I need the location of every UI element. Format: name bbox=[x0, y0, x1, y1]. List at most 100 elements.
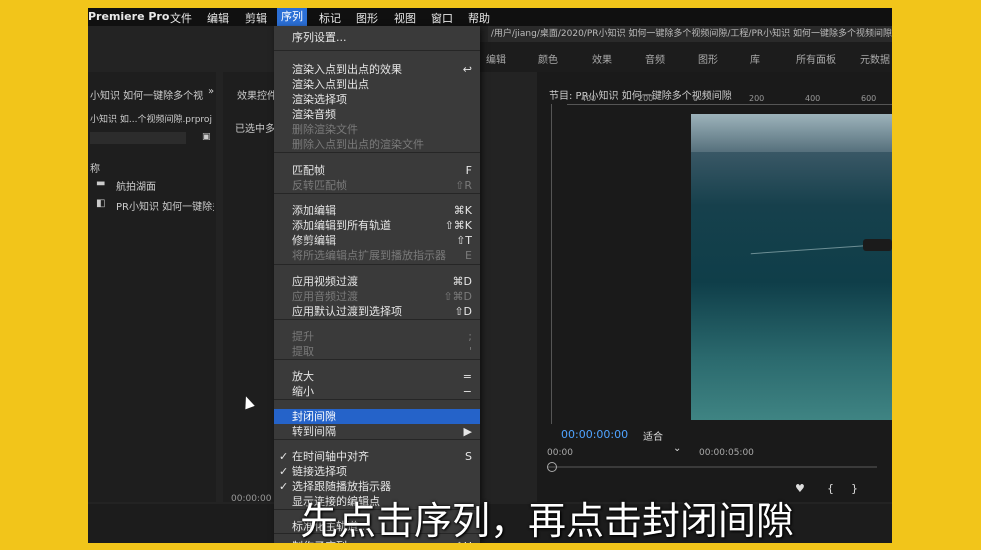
project-panel: 小知识 如何一键除多个视 » 小知识 如...个视频间隙.prproj ▣ 称 … bbox=[88, 72, 216, 502]
menu-item: 提升; bbox=[274, 329, 480, 344]
effects-title[interactable]: 效果控件 bbox=[237, 87, 277, 102]
menu-item[interactable]: 应用默认过渡到选择项 ⇧D bbox=[274, 304, 480, 319]
menu-item[interactable]: 渲染音频 bbox=[274, 107, 480, 122]
menu-item[interactable]: 匹配帧 F bbox=[274, 163, 480, 178]
ws-metadata[interactable]: 元数据 bbox=[860, 51, 890, 66]
menu-sequence[interactable]: 序列 bbox=[277, 8, 307, 26]
vertical-ruler bbox=[537, 104, 552, 424]
in-point-icon[interactable]: { bbox=[827, 482, 834, 495]
menu-item[interactable]: 应用视频过渡 ⌘D bbox=[274, 274, 480, 289]
menu-separator bbox=[274, 319, 480, 320]
sequence-icon: ◧ bbox=[96, 198, 106, 209]
menu-item[interactable]: 添加编辑到所有轨道 ⇧⌘K bbox=[274, 218, 480, 233]
ws-effects[interactable]: 效果 bbox=[592, 51, 612, 66]
program-monitor: 节目: PR小知识 如何一键除多个视频间隙 400 200 0 200 400 … bbox=[537, 72, 892, 502]
ws-edit[interactable]: 编辑 bbox=[486, 51, 506, 66]
menu-item[interactable]: ✓ 在时间轴中对齐 S bbox=[274, 449, 480, 464]
tl-track bbox=[547, 466, 877, 468]
menu-item[interactable]: 添加编辑 ⌘K bbox=[274, 203, 480, 218]
menu-item[interactable]: 封闭间隙 bbox=[274, 409, 480, 424]
ws-color[interactable]: 颜色 bbox=[538, 51, 558, 66]
app-name[interactable]: Premiere Pro bbox=[88, 10, 169, 23]
sequence-menu: 序列设置... 渲染入点到出点的效果 ↩ 渲染入点到出点 渲染选择项渲染音频删除渲染文件… bbox=[274, 26, 480, 543]
video-frame bbox=[691, 114, 892, 420]
column-name: 称 bbox=[90, 164, 100, 175]
menu-item[interactable]: ✓ 链接选择项 bbox=[274, 464, 480, 479]
menu-separator bbox=[274, 264, 480, 265]
menu-clip[interactable]: 剪辑 bbox=[245, 10, 267, 26]
menu-item-shortcut: E bbox=[465, 249, 472, 262]
menu-separator bbox=[274, 193, 480, 194]
menu-window[interactable]: 窗口 bbox=[431, 10, 453, 26]
menu-item-label: 封闭间隙 bbox=[292, 410, 336, 423]
menu-item-shortcut: ⌘D bbox=[452, 275, 472, 288]
ws-all-panels[interactable]: 所有面板 bbox=[796, 51, 836, 66]
ws-audio[interactable]: 音频 bbox=[645, 51, 665, 66]
menu-item-label: 删除渲染文件 bbox=[292, 123, 358, 136]
ruler-tick: 400 bbox=[581, 94, 597, 103]
menu-item-label: 渲染选择项 bbox=[292, 93, 347, 106]
menu-item-shortcut: ⌘K bbox=[453, 204, 472, 217]
playhead-handle[interactable] bbox=[547, 462, 557, 472]
ruler-tick: 200 bbox=[638, 94, 654, 103]
menu-view[interactable]: 视图 bbox=[394, 10, 416, 26]
menu-item-label: 修剪编辑 bbox=[292, 234, 336, 247]
menu-separator bbox=[274, 359, 480, 360]
ruler-tick: 400 bbox=[805, 94, 821, 103]
menu-item-label: 渲染音频 bbox=[292, 108, 336, 121]
ruler-tick: 600 bbox=[861, 94, 877, 103]
horizontal-ruler: 400 200 0 200 400 600 bbox=[567, 94, 892, 105]
menu-item[interactable]: 缩小 − bbox=[274, 384, 480, 399]
menu-item[interactable]: 渲染选择项 bbox=[274, 92, 480, 107]
menu-item: 删除入点到出点的渲染文件 bbox=[274, 137, 480, 152]
menu-item[interactable]: 转到间隔 ▶ bbox=[274, 424, 480, 439]
playhead-timecode[interactable]: 00:00:00:00 bbox=[561, 428, 628, 441]
search-input[interactable] bbox=[90, 132, 186, 144]
zoom-select[interactable]: 适合 ⌄ bbox=[643, 428, 703, 454]
menu-item[interactable]: 序列设置... bbox=[274, 30, 480, 45]
marker-icon[interactable]: ♥ bbox=[795, 482, 805, 495]
menu-item-shortcut: ⇧⌘K bbox=[444, 219, 472, 232]
menu-item[interactable]: 渲染入点到出点 bbox=[274, 77, 480, 92]
menu-item-label: 选择跟随播放指示器 bbox=[292, 480, 391, 493]
menu-item[interactable]: 渲染入点到出点的效果 ↩ bbox=[274, 62, 480, 77]
project-path: /用户/jiang/桌面/2020/PR小知识 如何一键除多个视频间隙/工程/P… bbox=[488, 26, 892, 42]
menu-item-label: 转到间隔 bbox=[292, 425, 336, 438]
menu-separator bbox=[274, 152, 480, 153]
menu-help[interactable]: 帮助 bbox=[468, 10, 490, 26]
menu-bar: Premiere Pro 文件 编辑 剪辑 序列 标记 图形 视图 窗口 帮助 bbox=[88, 8, 892, 26]
menu-separator bbox=[274, 439, 480, 440]
effects-body: 已选中多 bbox=[235, 124, 275, 135]
ws-graphics[interactable]: 图形 bbox=[698, 51, 718, 66]
project-item[interactable]: PR小知识 如何一键除多 bbox=[116, 198, 214, 213]
menu-item-label: 反转匹配帧 bbox=[292, 179, 347, 192]
menu-item-label: 匹配帧 bbox=[292, 164, 325, 177]
menu-item[interactable]: 放大 = bbox=[274, 369, 480, 384]
menu-item[interactable]: ✓ 选择跟随播放指示器 bbox=[274, 479, 480, 494]
project-item[interactable]: 航拍湖面 bbox=[116, 178, 156, 193]
menu-marker[interactable]: 标记 bbox=[319, 10, 341, 26]
ws-library[interactable]: 库 bbox=[750, 51, 760, 66]
new-bin-icon[interactable]: ▣ bbox=[202, 132, 211, 142]
check-icon: ✓ bbox=[279, 450, 289, 463]
menu-item-label: 提升 bbox=[292, 330, 314, 343]
menu-item-label: 添加编辑到所有轨道 bbox=[292, 219, 391, 232]
menu-edit[interactable]: 编辑 bbox=[207, 10, 229, 26]
expand-icon[interactable]: » bbox=[208, 86, 214, 97]
menu-item: 应用音频过渡 ⇧⌘D bbox=[274, 289, 480, 304]
menu-item: 将所选编辑点扩展到播放指示器 E bbox=[274, 248, 480, 263]
menu-separator bbox=[274, 399, 480, 400]
folder-icon: ▬ bbox=[96, 178, 106, 189]
menu-item-label: 在时间轴中对齐 bbox=[292, 450, 369, 463]
menu-item: 反转匹配帧 ⇧R bbox=[274, 178, 480, 193]
menu-item: 提取 ' bbox=[274, 344, 480, 359]
menu-item-label: 序列设置... bbox=[292, 31, 347, 44]
menu-graphics[interactable]: 图形 bbox=[356, 10, 378, 26]
menu-file[interactable]: 文件 bbox=[170, 10, 192, 26]
boat-wake bbox=[750, 244, 872, 265]
mini-timeline[interactable]: 00:00 00:00:05:00 bbox=[547, 448, 887, 478]
project-file: 小知识 如...个视频间隙.prproj bbox=[90, 115, 212, 125]
out-point-icon[interactable]: } bbox=[851, 482, 858, 495]
menu-item-label: 放大 bbox=[292, 370, 314, 383]
menu-item[interactable]: 修剪编辑 ⇧T bbox=[274, 233, 480, 248]
